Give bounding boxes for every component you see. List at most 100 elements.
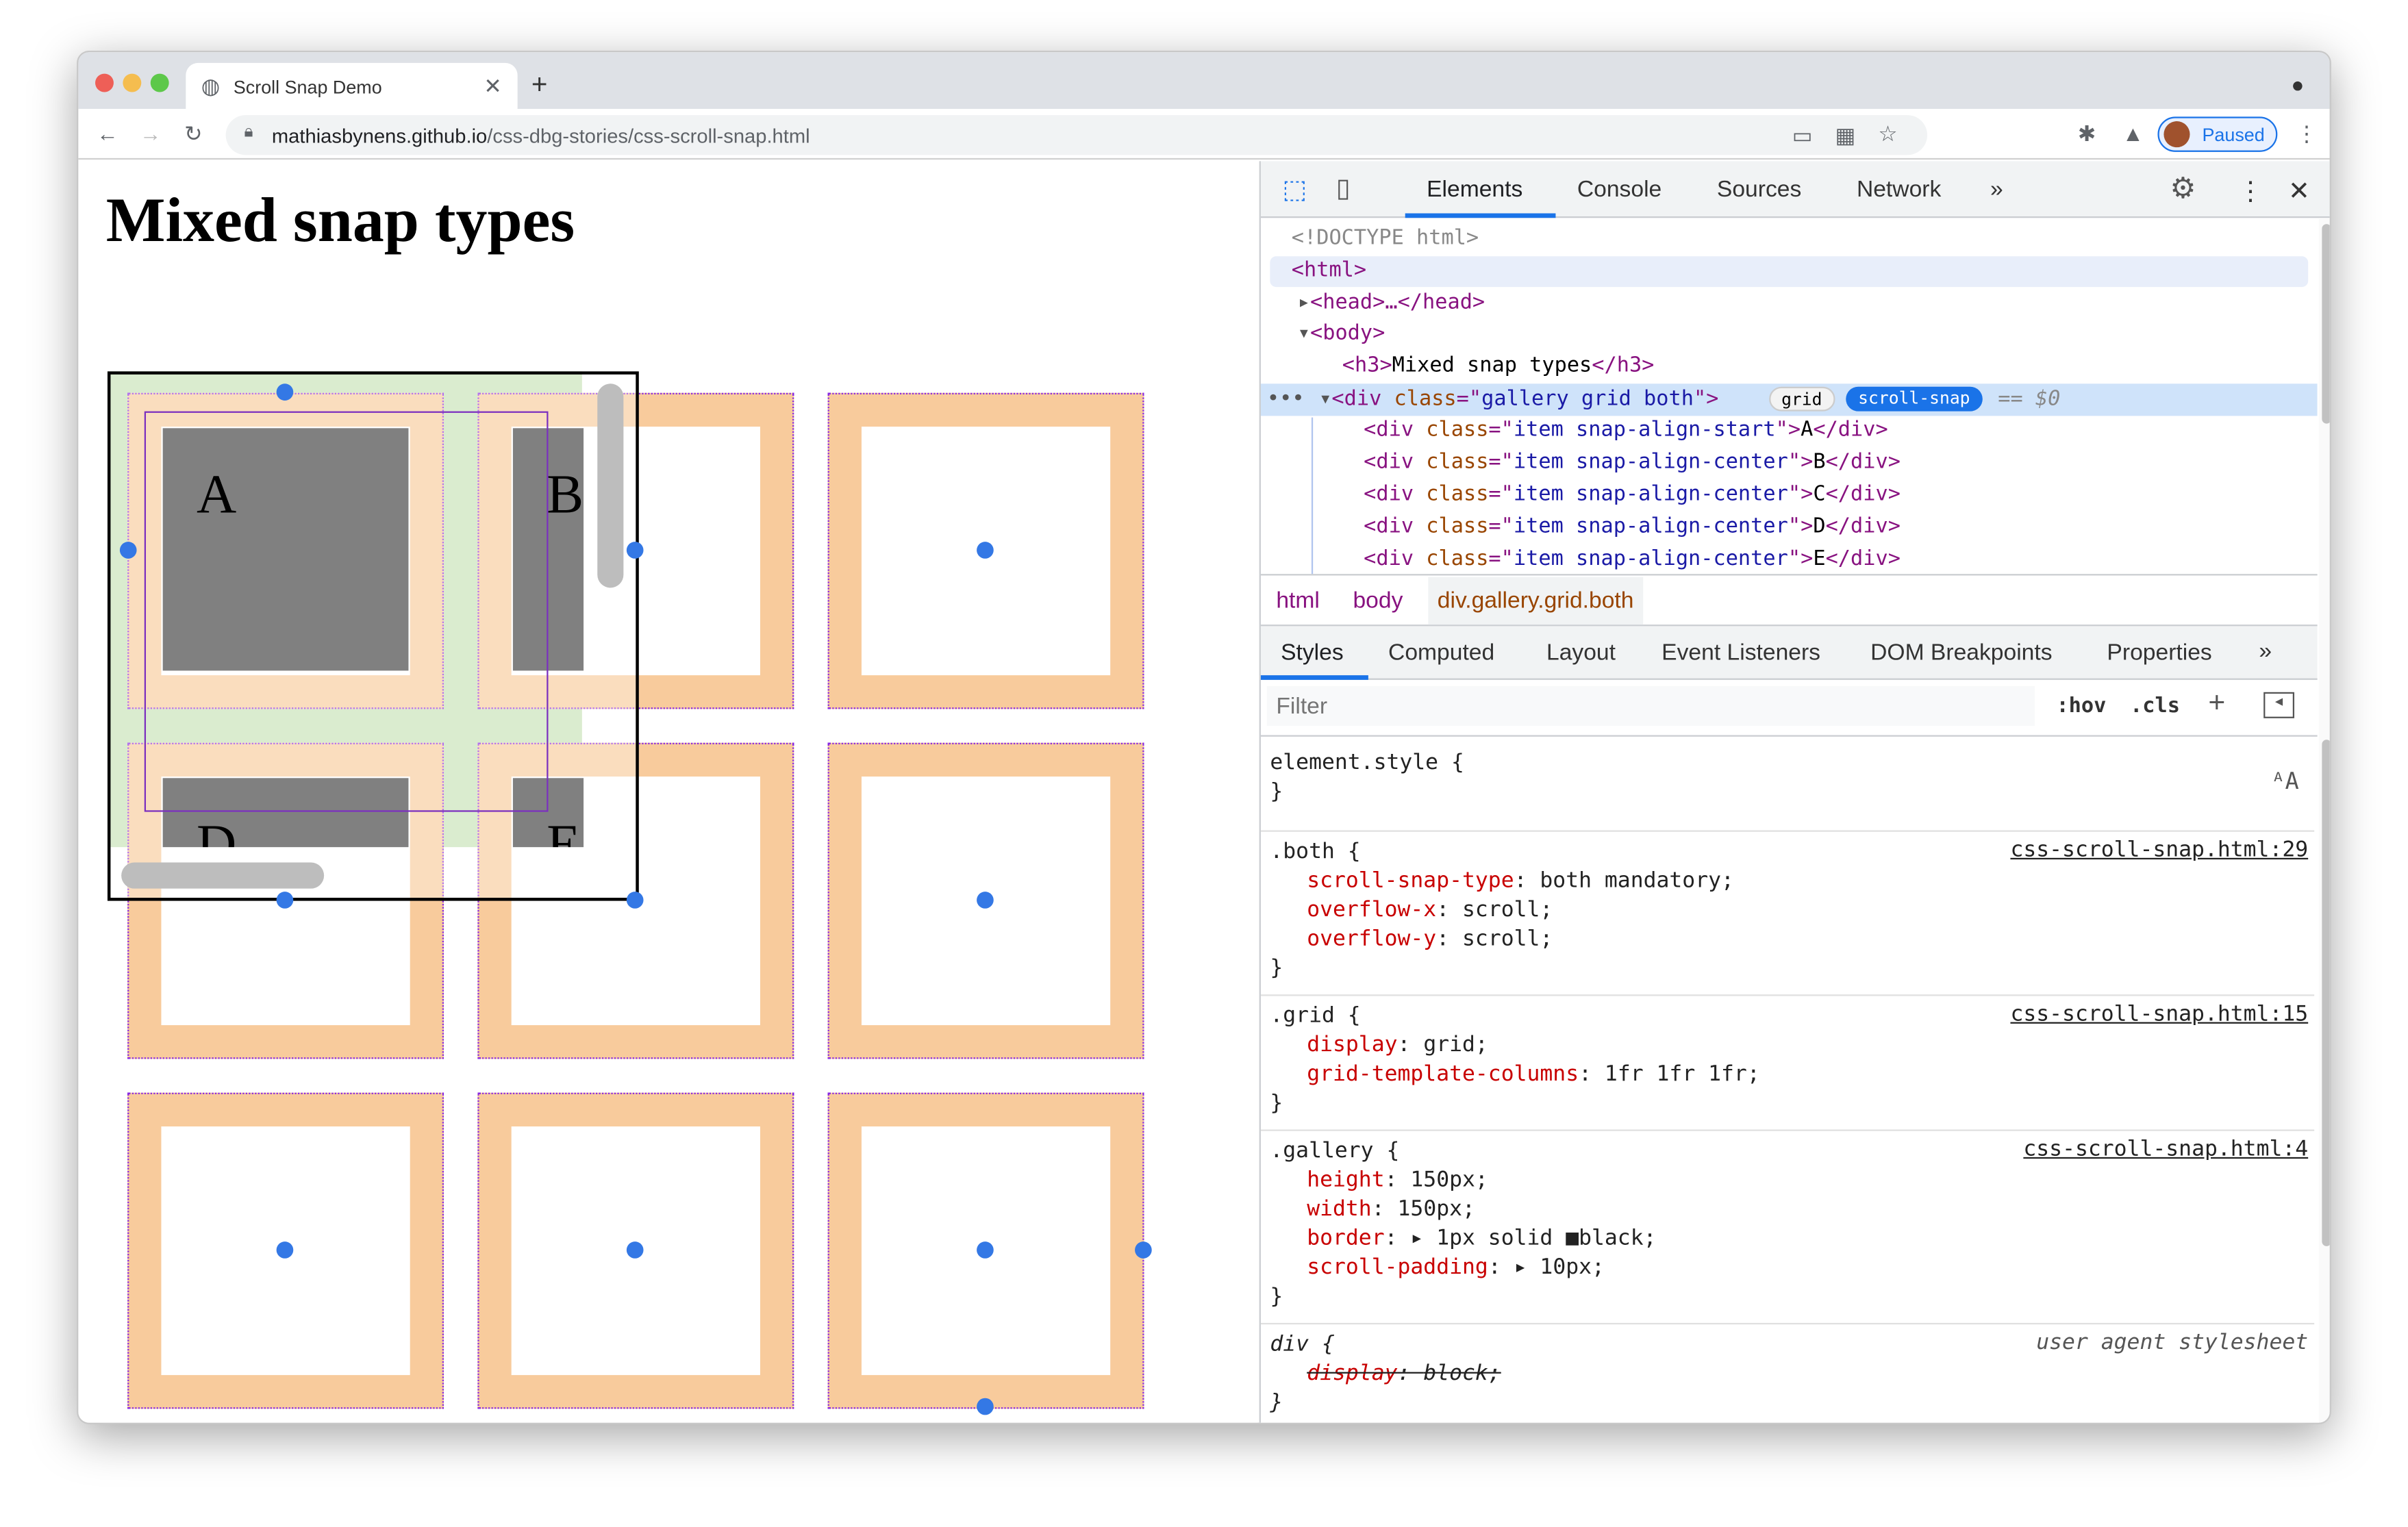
tab-elements[interactable]: Elements (1427, 177, 1522, 203)
style-declaration[interactable]: overflow-y: scroll; (1270, 925, 2305, 955)
dom-doctype: <!DOCTYPE html> (1291, 225, 1479, 251)
style-declaration[interactable]: grid-template-columns: 1fr 1fr 1fr; (1270, 1061, 2305, 1090)
rule-selector[interactable]: element.style { (1270, 749, 2305, 779)
selected-marker: == $0 (1998, 386, 2061, 412)
scrollbar-track (2318, 218, 2330, 1423)
close-devtools-icon[interactable]: ✕ (2288, 177, 2310, 207)
tab-search-icon[interactable]: ● (2292, 74, 2305, 95)
snap-point-dot (276, 1241, 294, 1259)
address-bar: ← → ↻ 🔒︎ mathiasbynens.github.io/css-dbg… (78, 109, 2330, 160)
dom-tree: <!DOCTYPE html> <html> ▸<head>…</head> ▾… (1260, 218, 2318, 575)
horizontal-scrollbar-thumb[interactable] (121, 862, 325, 889)
more-subtabs-icon[interactable]: » (2259, 638, 2272, 664)
cls-toggle[interactable]: .cls (2130, 694, 2180, 718)
dom-html[interactable]: <html> (1292, 258, 1366, 283)
device-toolbar-icon[interactable]: ▯ (1336, 173, 1351, 204)
qr-icon[interactable]: ▦ (1835, 125, 1856, 146)
active-tab-indicator (1405, 213, 1556, 218)
style-declaration[interactable]: scroll-padding: ▸ 10px; (1270, 1254, 2305, 1283)
star-icon[interactable]: ☆ (1878, 123, 1897, 144)
menu-icon[interactable]: ⋮ (2296, 123, 2317, 144)
subtab-event-listeners[interactable]: Event Listeners (1661, 640, 1820, 666)
settings-gear-icon[interactable]: ⚙ (2170, 172, 2196, 207)
new-tab-button[interactable]: + (531, 71, 548, 98)
snap-point-dot (119, 542, 137, 559)
style-declaration[interactable]: border: ▸ 1px solid ■black; (1270, 1224, 2305, 1254)
styles-filter-input[interactable] (1266, 685, 2035, 727)
subtab-computed[interactable]: Computed (1388, 640, 1494, 666)
minimize-window-button[interactable] (123, 73, 142, 92)
rule-source-link[interactable]: css-scroll-snap.html:15 (2010, 1002, 2308, 1027)
styles-subtabs: Styles Computed Layout Event Listeners D… (1260, 626, 2318, 680)
dom-body[interactable]: ▾<body> (1298, 320, 1385, 345)
snap-point-dot (276, 383, 294, 401)
breadcrumb-html[interactable]: html (1276, 588, 1320, 614)
rule-source-link[interactable]: css-scroll-snap.html:4 (2023, 1137, 2308, 1162)
text-size-icon[interactable]: ᴬA (2271, 768, 2299, 795)
tab-sources[interactable]: Sources (1717, 177, 1801, 203)
subtab-dom-breakpoints[interactable]: DOM Breakpoints (1870, 640, 2052, 666)
subtab-properties[interactable]: Properties (2107, 640, 2211, 666)
style-rule: element.style {ᴬA} (1260, 743, 2315, 832)
rule-source-link[interactable]: css-scroll-snap.html:29 (2010, 838, 2308, 863)
profile-button[interactable]: Paused (2157, 116, 2278, 152)
style-declaration[interactable]: height: 150px; (1270, 1166, 2305, 1196)
browser-tab[interactable]: ◍ Scroll Snap Demo ✕ (186, 62, 518, 111)
tab-network[interactable]: Network (1857, 177, 1941, 203)
globe-icon: ◍ (201, 73, 221, 99)
dom-h3[interactable]: <h3>Mixed snap types</h3> (1342, 353, 1655, 377)
close-window-button[interactable] (95, 73, 114, 92)
grid-badge[interactable]: grid (1769, 386, 1835, 412)
breadcrumb: html body div.gallery.grid.both (1260, 574, 2318, 627)
style-declaration[interactable]: display: grid; (1270, 1031, 2305, 1061)
tab-title: Scroll Snap Demo (233, 77, 382, 99)
page-title: Mixed snap types (105, 184, 575, 255)
web-page: Mixed snap types ABDE (78, 161, 1258, 1423)
vertical-scrollbar-thumb[interactable] (597, 383, 624, 588)
style-declaration[interactable]: scroll-snap-type: both mandatory; (1270, 867, 2305, 896)
dom-child-div[interactable]: <div class="item snap-align-center">C</d… (1364, 482, 1901, 507)
dom-child-div[interactable]: <div class="item snap-align-start">A</di… (1364, 418, 1888, 442)
subtab-layout[interactable]: Layout (1546, 640, 1616, 666)
url-input[interactable]: 🔒︎ mathiasbynens.github.io/css-dbg-stori… (225, 115, 1928, 155)
dom-head[interactable]: ▸<head>…</head> (1298, 290, 1485, 315)
scroll-snap-badge[interactable]: scroll-snap (1846, 386, 1983, 412)
reload-icon[interactable]: ↻ (184, 123, 202, 144)
more-tabs-icon[interactable]: » (1990, 177, 2003, 203)
maximize-window-button[interactable] (150, 73, 169, 92)
url-host: mathiasbynens.github.io (271, 124, 488, 148)
breadcrumb-div[interactable]: div.gallery.grid.both (1428, 577, 1643, 625)
extensions-icon[interactable]: ✱ (2078, 123, 2096, 144)
style-declaration[interactable]: overflow-x: scroll; (1270, 896, 2305, 926)
breadcrumb-body[interactable]: body (1353, 588, 1403, 614)
toggle-sidebar-icon[interactable]: ◂ (2263, 692, 2294, 718)
close-tab-icon[interactable]: ✕ (484, 75, 501, 97)
snap-point-dot (626, 892, 644, 909)
labs-icon[interactable]: ▲ (2122, 123, 2144, 144)
inspect-element-icon[interactable]: ⬚ (1282, 175, 1307, 205)
profile-label: Paused (2202, 124, 2265, 146)
snap-point-dot (977, 1398, 994, 1415)
forward-icon[interactable]: → (140, 123, 161, 144)
browser-window: ◍ Scroll Snap Demo ✕ + ● ← → ↻ 🔒︎ mathia… (77, 50, 2331, 1424)
devtools-panel: ⬚ ▯ Elements Console Sources Network » ⚙… (1259, 161, 2330, 1423)
dom-child-div[interactable]: <div class="item snap-align-center">D</d… (1364, 514, 1901, 539)
style-declaration[interactable]: width: 150px; (1270, 1196, 2305, 1225)
lock-icon: 🔒︎ (244, 123, 253, 142)
dom-selected-row[interactable]: ••• ▾<div class="gallery grid both"> gri… (1260, 383, 2318, 416)
style-rule: .both {css-scroll-snap.html:29 scroll-sna… (1260, 832, 2315, 996)
cast-icon[interactable]: ▭ (1792, 125, 1813, 146)
more-options-icon[interactable]: ⋮ (2237, 177, 2263, 207)
new-rule-icon[interactable]: + (2208, 687, 2225, 721)
back-icon[interactable]: ← (97, 123, 118, 144)
snap-point-dot (1135, 1241, 1152, 1259)
tab-bar: ◍ Scroll Snap Demo ✕ + ● (78, 52, 2330, 111)
dom-child-div[interactable]: <div class="item snap-align-center">B</d… (1364, 450, 1901, 475)
dom-child-div[interactable]: <div class="item snap-align-center">E</d… (1364, 546, 1901, 571)
tab-console[interactable]: Console (1577, 177, 1661, 203)
style-declaration[interactable]: display: block; (1270, 1360, 2305, 1389)
subtab-styles[interactable]: Styles (1281, 640, 1344, 666)
styles-scrollbar-thumb[interactable] (2322, 740, 2330, 1246)
hov-toggle[interactable]: :hov (2056, 694, 2106, 718)
dom-scrollbar-thumb[interactable] (2322, 224, 2330, 424)
